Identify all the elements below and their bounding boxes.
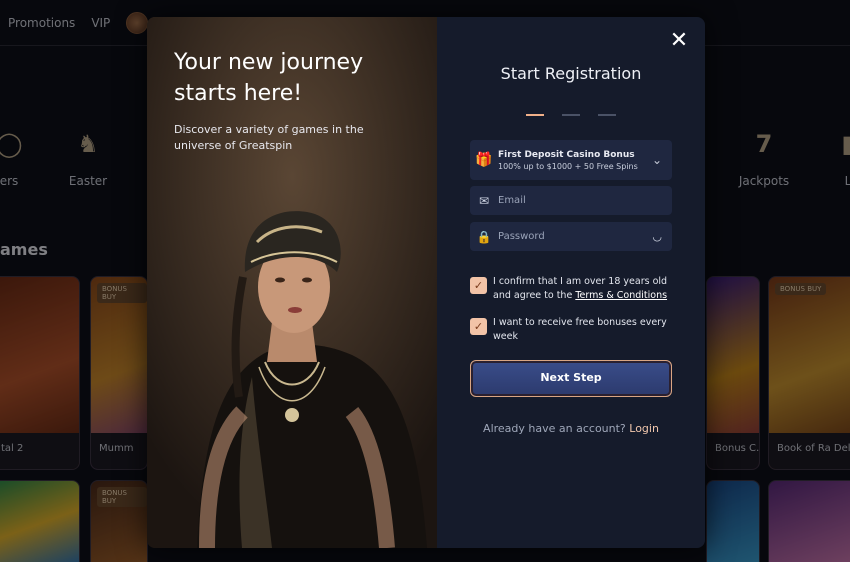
game-caption: Mumm <box>91 433 147 469</box>
game-tile[interactable]: BONUS BUY Mumm <box>90 276 148 470</box>
nav-vip[interactable]: VIP <box>91 16 110 30</box>
category-label: ers <box>0 174 19 188</box>
category-label: Jackpots <box>738 174 790 188</box>
seven-icon: 7 <box>755 130 773 158</box>
login-prompt-text: Already have an account? <box>483 422 626 435</box>
circle-icon: ◯ <box>0 130 23 158</box>
game-caption: Book of Ra Delu <box>769 433 850 469</box>
age-terms-checkbox-row: ✓ I confirm that I am over 18 years old … <box>470 275 675 303</box>
bonus-title: First Deposit Casino Bonus <box>498 149 635 160</box>
game-tile[interactable] <box>0 480 80 562</box>
bonus-optin-label: I want to receive free bonuses every wee… <box>493 317 667 342</box>
bonus-optin-checkbox[interactable]: ✓ <box>470 318 487 335</box>
close-icon[interactable]: ✕ <box>669 30 689 52</box>
game-tile[interactable]: Bonus C… <box>706 276 760 470</box>
bonus-optin-checkbox-row: ✓ I want to receive free bonuses every w… <box>470 316 675 344</box>
bonus-buy-badge: BONUS BUY <box>97 283 147 303</box>
category-item[interactable]: ▮ L <box>838 130 850 188</box>
vip-badge-icon <box>126 11 149 34</box>
game-tile[interactable]: BONUS BUY Book of Ra Delu <box>768 276 850 470</box>
step-3-indicator <box>598 114 616 116</box>
bonus-buy-badge: BONUS BUY <box>97 487 147 507</box>
game-caption: Bonus C… <box>707 433 759 469</box>
login-link[interactable]: Login <box>629 422 659 435</box>
registration-title: Start Registration <box>500 64 642 83</box>
lock-icon: 🔒 <box>476 229 492 244</box>
email-placeholder: Email <box>498 195 526 206</box>
category-label: L <box>844 174 850 188</box>
l-icon: ▮ <box>841 130 850 158</box>
game-tile[interactable]: tal 2 <box>0 276 80 470</box>
mail-icon: ✉ <box>478 193 490 208</box>
game-tile[interactable]: BONUS BUY <box>90 480 148 562</box>
nav-promotions[interactable]: Promotions <box>8 16 75 30</box>
game-tile[interactable] <box>768 480 850 562</box>
step-1-indicator <box>526 114 544 116</box>
eye-toggle-icon[interactable]: ◡ <box>652 230 662 243</box>
next-step-button[interactable]: Next Step <box>470 360 672 397</box>
promo-headline: Your new journey starts here! <box>174 50 364 106</box>
bonus-buy-badge: BONUS BUY <box>775 283 827 295</box>
terms-link[interactable]: Terms & Conditions <box>575 290 667 301</box>
promo-subtext: Discover a variety of games in the unive… <box>174 123 364 152</box>
category-item[interactable]: 7 Jackpots <box>736 130 792 188</box>
category-item[interactable]: ♞ Easter <box>66 130 110 188</box>
category-item[interactable]: ◯ ers <box>0 130 24 188</box>
rabbit-icon: ♞ <box>77 130 99 158</box>
game-tile[interactable] <box>706 480 760 562</box>
category-label: Easter <box>68 174 108 188</box>
gift-icon: 🎁 <box>475 152 493 168</box>
password-field[interactable]: 🔒 Password ◡ <box>470 222 672 251</box>
password-placeholder: Password <box>498 231 545 242</box>
login-prompt-row: Already have an account? Login <box>470 422 672 435</box>
bonus-selector[interactable]: 🎁 First Deposit Casino Bonus 100% up to … <box>470 140 672 180</box>
age-terms-label: I confirm that I am over 18 years old an… <box>493 275 675 303</box>
step-2-indicator <box>562 114 580 116</box>
bonus-subtitle: 100% up to $1000 + 50 Free Spins <box>498 161 638 171</box>
promo-panel: Your new journey starts here! Discover a… <box>147 17 437 548</box>
step-indicator <box>526 114 616 116</box>
email-field[interactable]: ✉ Email <box>470 186 672 215</box>
game-caption: tal 2 <box>0 433 79 469</box>
age-terms-checkbox[interactable]: ✓ <box>470 277 487 294</box>
chevron-down-icon: ⌄ <box>651 153 662 167</box>
games-section-title: ames <box>0 240 48 259</box>
